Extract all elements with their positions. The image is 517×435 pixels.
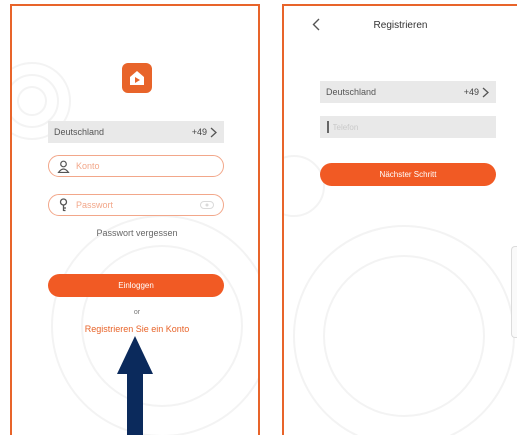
background-decoration	[284, 155, 515, 435]
home-play-icon	[130, 71, 144, 85]
country-code: +49	[463, 87, 479, 97]
login-button[interactable]: Einloggen	[48, 274, 224, 297]
chevron-right-icon	[210, 127, 217, 137]
password-field[interactable]	[48, 194, 224, 216]
country-name: Deutschland	[54, 127, 105, 137]
or-separator: or	[133, 309, 141, 316]
register-screen: Registrieren Deutschland +49 Nächster Sc…	[282, 4, 517, 435]
key-icon	[59, 198, 68, 212]
country-selector[interactable]: Deutschland +49	[320, 81, 496, 103]
register-account-link[interactable]: Registrieren Sie ein Konto	[12, 324, 258, 334]
phone-field[interactable]	[320, 116, 496, 138]
arrow-up-icon	[117, 336, 153, 435]
password-input[interactable]	[76, 200, 196, 210]
phone-input[interactable]	[332, 122, 483, 132]
chevron-right-icon	[482, 87, 489, 97]
app-logo	[122, 63, 152, 93]
text-cursor	[327, 121, 329, 133]
side-card-edge	[511, 246, 517, 338]
account-input[interactable]	[76, 161, 196, 171]
next-step-button[interactable]: Nächster Schritt	[320, 163, 496, 186]
country-code: +49	[191, 127, 207, 137]
eye-toggle-icon[interactable]	[200, 201, 214, 209]
user-icon	[57, 160, 70, 173]
forgot-password-link[interactable]: Passwort vergessen	[12, 228, 258, 238]
account-field[interactable]	[48, 155, 224, 177]
page-title: Registrieren	[373, 20, 428, 31]
country-name: Deutschland	[326, 87, 377, 97]
country-selector[interactable]: Deutschland +49	[48, 121, 224, 143]
